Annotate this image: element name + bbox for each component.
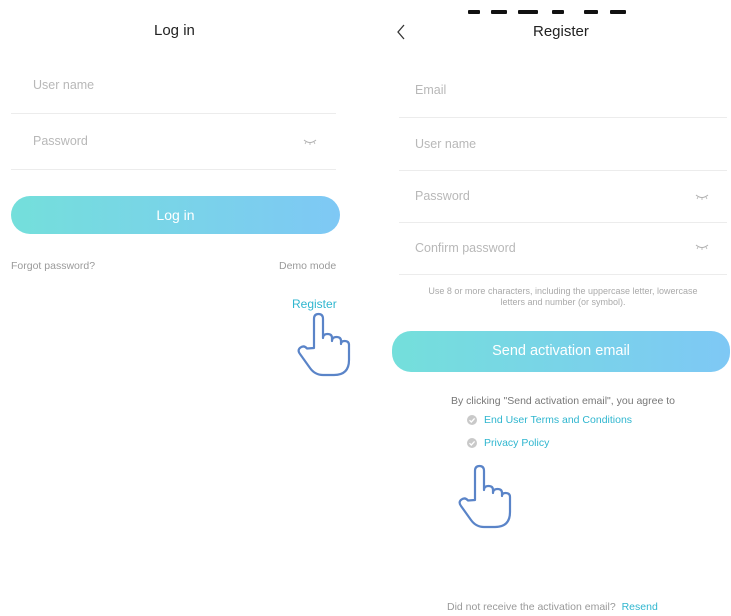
check-circle-icon[interactable] xyxy=(467,415,477,426)
password-hint: Use 8 or more characters, including the … xyxy=(399,286,727,308)
forgot-password-link[interactable]: Forgot password? xyxy=(11,260,95,272)
password-hint-line: Use 8 or more characters, including the … xyxy=(428,286,698,296)
artifact-mark xyxy=(610,10,626,14)
artifact-mark xyxy=(584,10,598,14)
register-username-input[interactable]: User name xyxy=(415,137,476,151)
hand-pointer-icon xyxy=(297,312,351,377)
eye-closed-icon[interactable] xyxy=(303,139,317,145)
login-password-input[interactable]: Password xyxy=(33,134,88,148)
artifact-mark xyxy=(552,10,564,14)
terms-link[interactable]: End User Terms and Conditions xyxy=(484,414,632,426)
resend-row: Did not receive the activation email? Re… xyxy=(447,601,658,613)
login-title: Log in xyxy=(154,22,195,39)
check-circle-icon[interactable] xyxy=(467,438,477,449)
artifact-mark xyxy=(518,10,538,14)
chevron-left-icon[interactable] xyxy=(396,24,406,40)
not-received-text: Did not receive the activation email? xyxy=(447,601,616,613)
password-hint-line: letters and number (or symbol). xyxy=(500,297,626,307)
divider xyxy=(399,117,727,118)
artifact-mark xyxy=(468,10,480,14)
email-input[interactable]: Email xyxy=(415,83,446,97)
demo-mode-link[interactable]: Demo mode xyxy=(279,260,336,272)
terms-row: End User Terms and Conditions xyxy=(467,414,632,426)
divider xyxy=(11,113,336,114)
hand-pointer-icon xyxy=(458,464,512,529)
divider xyxy=(11,169,336,170)
privacy-policy-link[interactable]: Privacy Policy xyxy=(484,437,549,449)
agree-text: By clicking "Send activation email", you… xyxy=(451,395,675,407)
divider xyxy=(399,170,727,171)
divider xyxy=(399,222,727,223)
eye-closed-icon[interactable] xyxy=(695,194,709,200)
artifact-mark xyxy=(491,10,507,14)
privacy-row: Privacy Policy xyxy=(467,437,549,449)
login-button[interactable]: Log in xyxy=(11,196,340,234)
register-title: Register xyxy=(533,23,589,40)
resend-link[interactable]: Resend xyxy=(622,601,658,613)
register-link[interactable]: Register xyxy=(292,297,337,311)
send-activation-email-button[interactable]: Send activation email xyxy=(392,331,730,372)
eye-closed-icon[interactable] xyxy=(695,244,709,250)
register-password-input[interactable]: Password xyxy=(415,189,470,203)
login-username-input[interactable]: User name xyxy=(33,78,94,92)
divider xyxy=(399,274,727,275)
confirm-password-input[interactable]: Confirm password xyxy=(415,241,516,255)
